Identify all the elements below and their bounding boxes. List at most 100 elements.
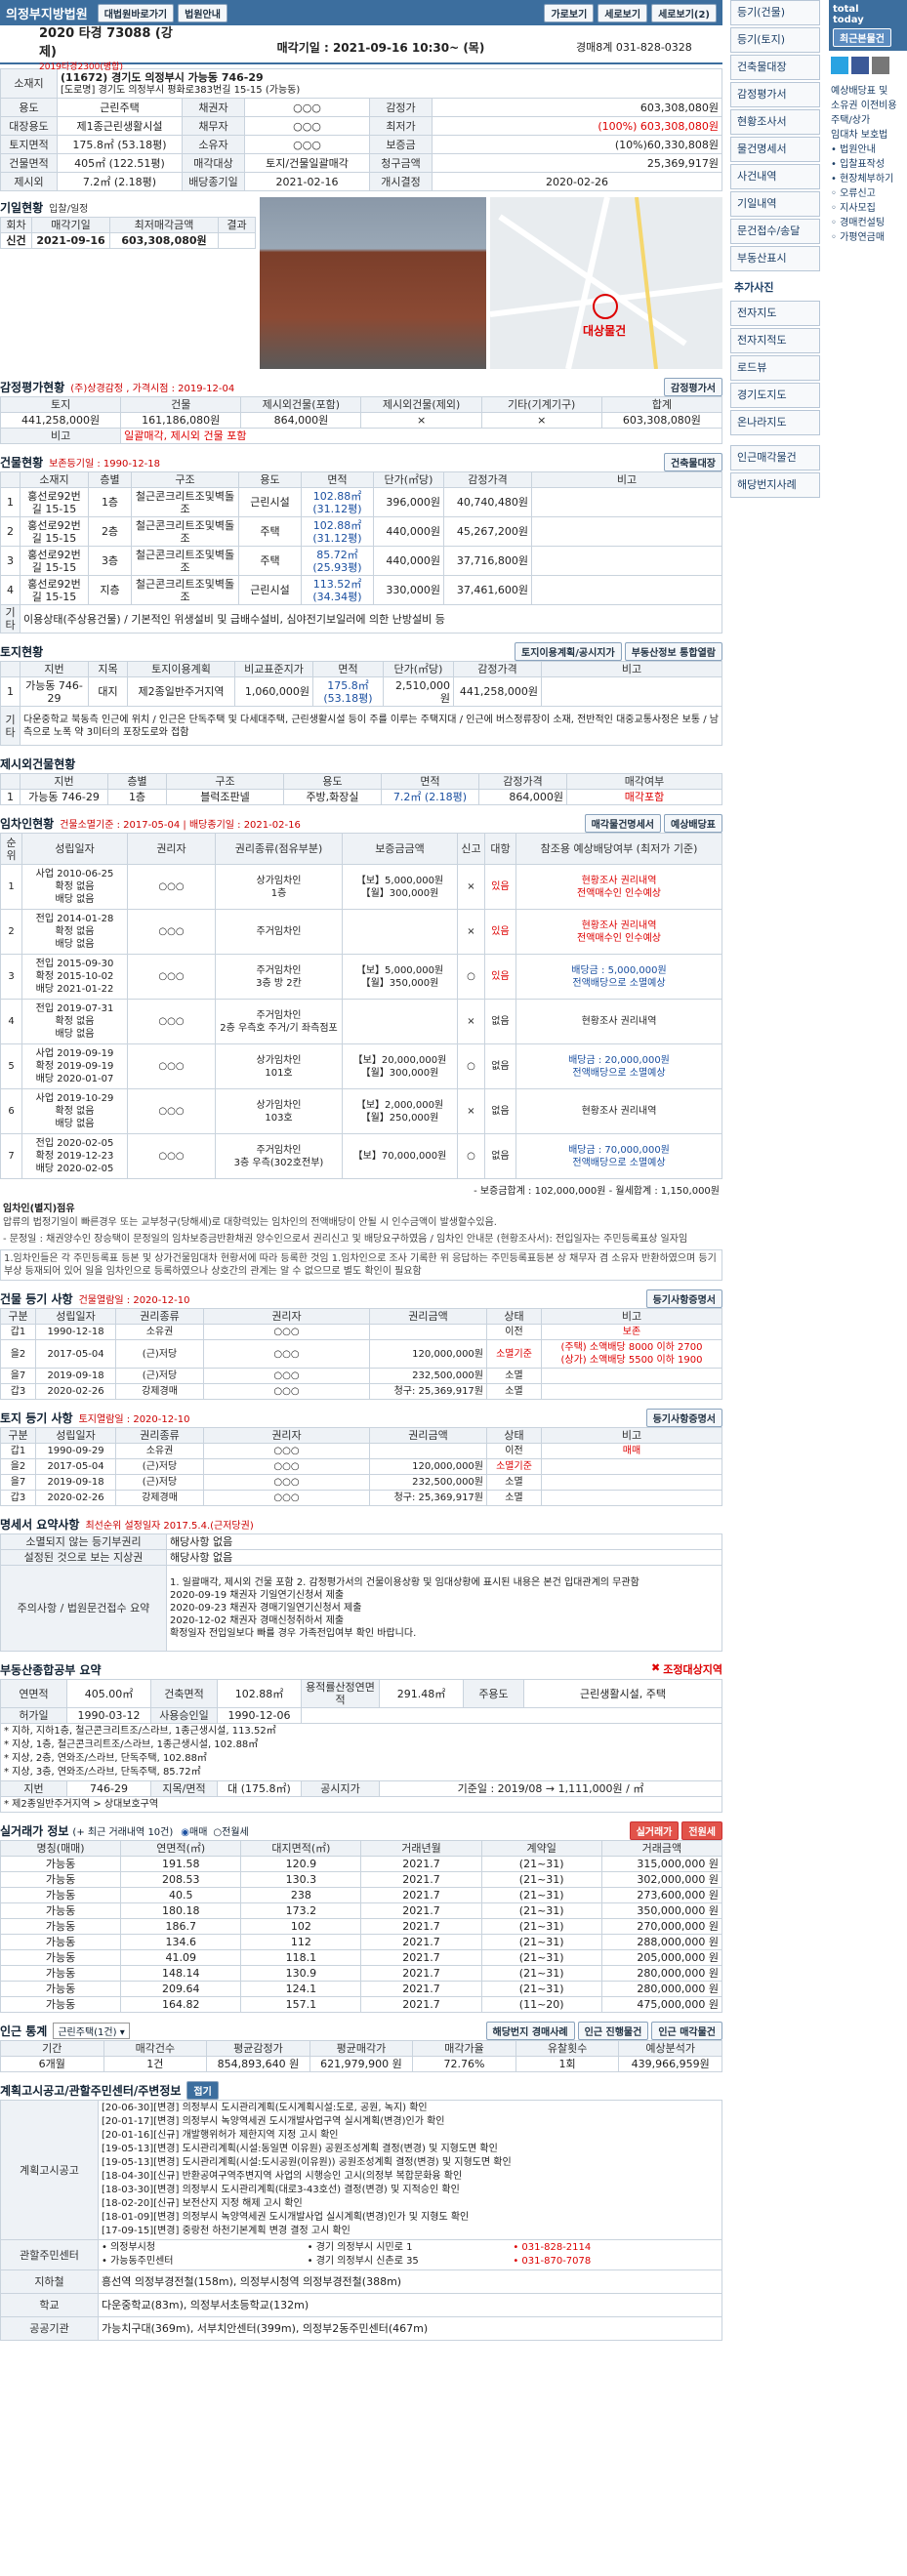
right-link[interactable]: ◦ 지사모집 (831, 201, 905, 216)
right-link[interactable]: • 법원안내 (831, 143, 905, 157)
info-label: 배당종기일 (182, 172, 245, 191)
plan-item[interactable]: [18-04-30][신규] 반환공여구역주변지역 사업의 시행승인 고시(의정… (102, 2170, 719, 2184)
land-etc: 다운중학교 북동측 인근에 위치 / 인근은 단독주택 및 다세대주택, 근린생… (20, 706, 722, 746)
side-menu-item[interactable]: 로드뷰 (730, 355, 820, 381)
right-link[interactable]: ◦ 오류신고 (831, 186, 905, 201)
building-cell: 440,000원 (373, 546, 444, 576)
right-link[interactable]: • 현장체부하기 (831, 172, 905, 186)
trade-radio-rent[interactable]: ○전월세 (213, 1823, 248, 1838)
nearby-progress-button[interactable]: 인근 진행물건 (577, 2021, 649, 2040)
view-vertical-button[interactable]: 세로보기 (598, 3, 648, 22)
side-menu-item[interactable]: 현황조사서 (730, 109, 820, 135)
trade-cell: (21~31) (480, 1965, 602, 1982)
building-cell: 홍선로92번길 15-15 (20, 575, 89, 605)
summary-label: 소멸되지 않는 등기부권리 (0, 1533, 167, 1550)
right-link[interactable]: 예상배당표 및 (831, 84, 905, 99)
col-header: 성립일자 (35, 1427, 116, 1444)
lease-cell: × (457, 909, 485, 955)
court-guide-button[interactable]: 법원안내 (178, 3, 227, 22)
collapse-button[interactable]: 접기 (186, 2080, 219, 2100)
appraisal-doc-button[interactable]: 감정평가서 (664, 377, 722, 396)
location-map[interactable]: 대상물건 (489, 196, 725, 370)
building-cell: 지층 (88, 575, 132, 605)
col-header: 면적 (381, 773, 479, 790)
side-menu-item[interactable]: 인근매각물건 (730, 445, 820, 470)
nearby-select[interactable]: 근린주택(1건) ▾ (53, 2022, 130, 2039)
lease-note-1: 압류의 법정기일이 빠른경우 또는 교부청구(당해세)로 대항력있는 임차인의 … (3, 1217, 497, 1228)
plan-item[interactable]: [20-01-17][변경] 의정부시 녹양역세권 도시개발사업구역 실시계획(… (102, 2115, 719, 2129)
plan-item[interactable]: [19-05-13][변경] 도시관리계획(시설:도시공원(이유원)) 공원조성… (102, 2156, 719, 2170)
side-menu-item[interactable]: 문건접수/송달 (730, 219, 820, 244)
side-menu-item[interactable]: 부동산표시 (730, 246, 820, 271)
building-registry-button[interactable]: 등기사항증명서 (645, 1288, 722, 1308)
right-link[interactable]: ◦ 가평연금매 (831, 230, 905, 245)
right-link[interactable]: 주택/상가 (831, 113, 905, 128)
history-sub[interactable]: 입찰/일정 (49, 200, 88, 215)
share-icon[interactable] (872, 57, 889, 74)
side-menu-item[interactable]: 건축물대장 (730, 55, 820, 80)
facebook-icon[interactable] (851, 57, 869, 74)
rent-trade-button[interactable]: 전원세 (681, 1820, 722, 1840)
land-registry-sub: 토지열람일 : 2020-12-10 (78, 1413, 190, 1425)
land-registry-button[interactable]: 등기사항증명서 (645, 1408, 722, 1427)
realestate-info-button[interactable]: 부동산정보 통합열람 (624, 641, 722, 661)
side-menu-item[interactable]: 경기도지도 (730, 383, 820, 408)
col-header: 지번 (20, 773, 108, 790)
side-menu-item[interactable]: 전자지도 (730, 301, 820, 326)
trade-cell: 가능동 (0, 1934, 122, 1950)
lease-cell: ○○○ (127, 909, 216, 955)
summary-label: 설정된 것으로 보는 지상권 (0, 1549, 167, 1566)
view-horizontal-button[interactable]: 가로보기 (544, 3, 595, 22)
plan-item[interactable]: [18-02-20][신규] 보전산지 지정 해제 고시 확인 (102, 2197, 719, 2211)
nearby-sold-button[interactable]: 인근 매각물건 (651, 2021, 722, 2040)
right-link[interactable]: 소유권 이전비용 (831, 99, 905, 113)
side-menu-item[interactable]: 온나라지도 (730, 410, 820, 435)
same-lot-cases-button[interactable]: 해당번지 경매사례 (485, 2021, 575, 2040)
view-vertical2-button[interactable]: 세로보기(2) (651, 3, 717, 22)
supreme-court-button[interactable]: 대법원바로가기 (97, 3, 175, 22)
side-menu-item[interactable]: 물건명세서 (730, 137, 820, 162)
right-link[interactable]: • 입찰표작성 (831, 157, 905, 172)
sale-statement-button[interactable]: 매각물건명세서 (584, 813, 661, 833)
building-cell: 홍선로92번길 15-15 (20, 546, 89, 576)
right-link[interactable]: 임대차 보호법 (831, 128, 905, 143)
lease-cell: 없음 (484, 999, 516, 1044)
plan-item[interactable]: [20-06-30][변경] 의정부시 도시관리계획(도시계획시설:도로, 공원… (102, 2102, 719, 2115)
property-photo[interactable] (260, 197, 486, 369)
plan-item[interactable]: [17-09-15][변경] 중랑천 하천기본계획 변경 결정 고시 확인 (102, 2225, 719, 2238)
trade-cell: 238 (240, 1887, 362, 1903)
plan-label: 관할주민센터 (0, 2239, 99, 2270)
info-value: ○○○ (244, 116, 370, 136)
road-address: [도로명] 경기도 의정부시 평화로383번길 15-15 (가능동) (61, 84, 301, 96)
building-register-button[interactable]: 건축물대장 (664, 452, 722, 471)
lease-cell: 없음 (484, 1043, 516, 1089)
summary-table: 소멸되지 않는 등기부권리 해당사항 없음 설정된 것으로 보는 지상권 해당사항 … (0, 1533, 722, 1652)
real-trade-button[interactable]: 실거래가 (629, 1820, 680, 1840)
side-menu-item[interactable]: 해당번지사례 (730, 472, 820, 498)
side-menu-item[interactable]: 등기(토지) (730, 27, 820, 53)
lease-cell: 배당금 : 20,000,000원 전액배당으로 소멸예상 (515, 1043, 722, 1089)
plan-item[interactable]: [18-03-30][변경] 의정부시 도시관리계획(대로3-43호선) 결정(… (102, 2184, 719, 2197)
trade-radio-sale[interactable]: ◉매매 (181, 1823, 207, 1838)
building-cell: 1층 (88, 487, 132, 517)
right-link[interactable]: ◦ 경매컨설팅 (831, 216, 905, 230)
twitter-icon[interactable] (831, 57, 848, 74)
side-menu-item[interactable]: 전자지적도 (730, 328, 820, 353)
recent-items-button[interactable]: 최근본물건 (833, 28, 891, 47)
trade-cell: 134.6 (120, 1934, 242, 1950)
side-menu-item[interactable]: 사건내역 (730, 164, 820, 189)
dividend-table-button[interactable]: 예상배당표 (664, 813, 722, 833)
plan-item[interactable]: [19-05-13][변경] 도시관리계획(시설:동일면 이유원) 공원조성계획… (102, 2143, 719, 2156)
history-table: 회차 매각기일 최저매각금액 결과 신건 2021-09-16 603,308,080원 (0, 217, 256, 249)
lease-cell: 전입 2015-09-30 확정 2015-10-02 배당 2021-01-2… (21, 954, 128, 1000)
plan-item[interactable]: [20-01-16][신규] 개발행위허가 제한지역 지정 고시 확인 (102, 2129, 719, 2143)
plan-table: 계획고시공고 [20-06-30][변경] 의정부시 도시관리계획(도시계획시설:… (0, 2100, 722, 2341)
side-menu-item[interactable]: 등기(건물) (730, 0, 820, 25)
registry-cell: 을2 (0, 1339, 36, 1369)
land-plan-button[interactable]: 토지이용계획/공시지가 (515, 641, 622, 661)
info-label: 감정가 (369, 98, 433, 117)
side-menu-item[interactable]: 기일내역 (730, 191, 820, 217)
side-menu-item[interactable]: 감정평가서 (730, 82, 820, 107)
plan-item[interactable]: [18-01-09][변경] 의정부시 녹양역세권 도시개발사업 실시계획(변경… (102, 2211, 719, 2225)
registry-cell: 2020-02-26 (35, 1383, 116, 1400)
